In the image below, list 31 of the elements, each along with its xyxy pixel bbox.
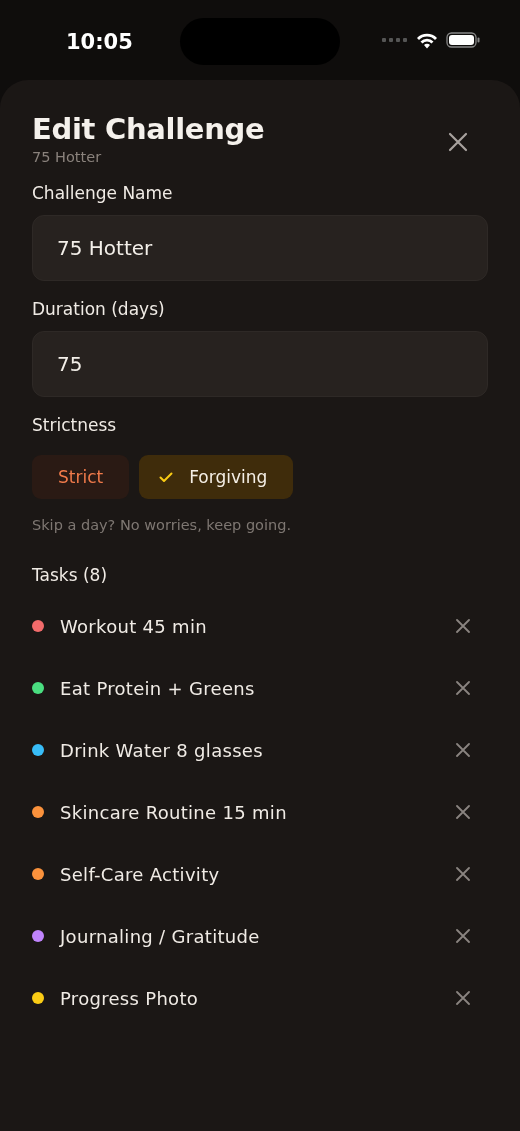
strictness-hint: Skip a day? No worries, keep going. bbox=[32, 517, 292, 533]
signal-icon bbox=[382, 37, 408, 43]
field-label: Duration (days) bbox=[32, 299, 166, 319]
remove-icon[interactable] bbox=[456, 681, 470, 695]
remove-icon[interactable] bbox=[456, 619, 470, 633]
remove-icon[interactable] bbox=[456, 743, 470, 757]
section-label: Tasks (8) bbox=[32, 565, 109, 585]
battery-icon bbox=[446, 32, 480, 48]
task-name: Journaling / Gratitude bbox=[60, 925, 260, 947]
task-name: Skincare Routine 15 min bbox=[60, 801, 287, 823]
task-name: Eat Protein + Greens bbox=[60, 677, 255, 699]
sheet-title: Edit Challenge bbox=[32, 112, 265, 146]
task-name: Progress Photo bbox=[60, 987, 199, 1009]
check-icon bbox=[159, 471, 174, 483]
close-icon[interactable] bbox=[448, 132, 468, 152]
wifi-icon bbox=[416, 31, 438, 49]
sheet-subtitle: 75 Hotter bbox=[32, 149, 103, 165]
strictness-option[interactable]: Forgiving bbox=[139, 455, 294, 499]
status-time: 10:05 bbox=[66, 30, 133, 54]
task-name: Drink Water 8 glasses bbox=[60, 739, 263, 761]
input-field[interactable]: 75 Hotter bbox=[32, 215, 488, 281]
task-name: Self-Care Activity bbox=[60, 863, 220, 885]
strictness-option[interactable]: Strict bbox=[32, 455, 130, 499]
task-name: Workout 45 min bbox=[60, 615, 207, 637]
field-label: Challenge Name bbox=[32, 183, 174, 203]
remove-icon[interactable] bbox=[456, 805, 470, 819]
section-label: Strictness bbox=[32, 415, 118, 435]
input-field[interactable]: 75 bbox=[32, 331, 488, 397]
remove-icon[interactable] bbox=[456, 867, 470, 881]
remove-icon[interactable] bbox=[456, 929, 470, 943]
remove-icon[interactable] bbox=[456, 991, 470, 1005]
